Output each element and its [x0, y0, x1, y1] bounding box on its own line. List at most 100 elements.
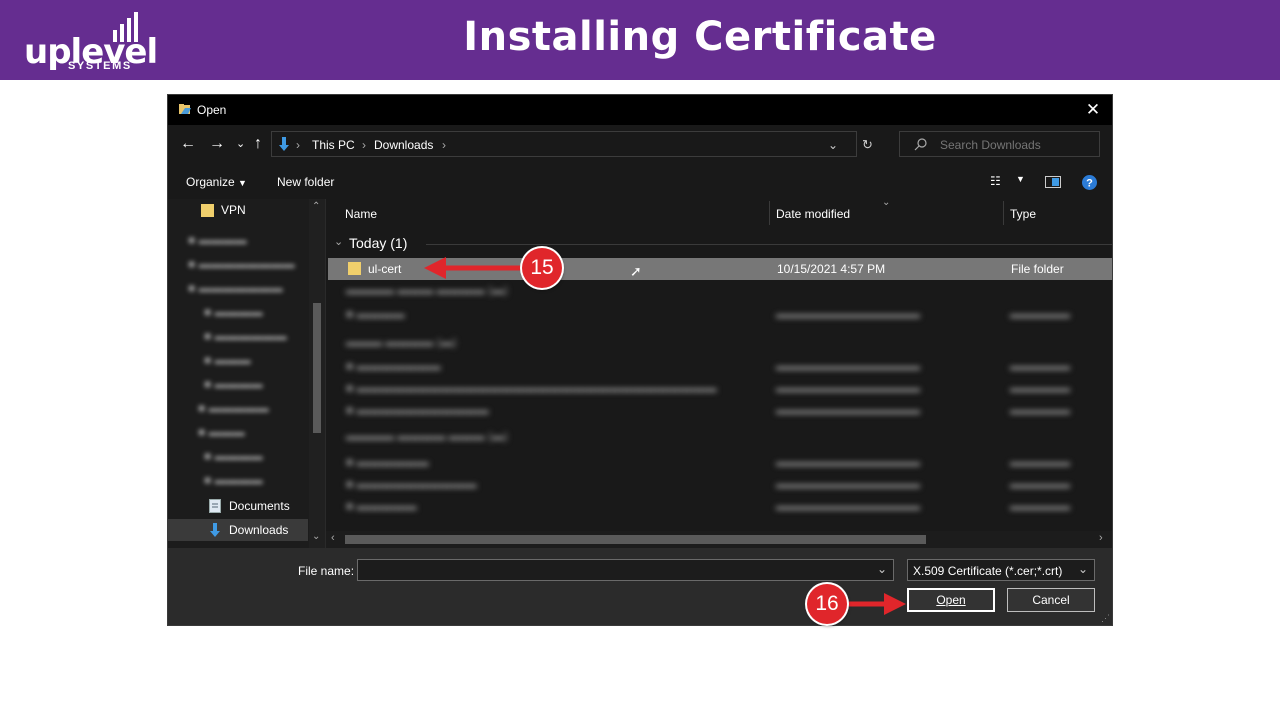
file-name-dropdown-icon[interactable]: ⌄ — [877, 562, 887, 576]
horizontal-scroll-thumb[interactable] — [345, 535, 926, 544]
folder-icon — [348, 262, 361, 275]
blurred-nav-entry: ■ ▬▬▬▬ — [204, 305, 263, 319]
nav-item-label: Documents — [229, 499, 290, 513]
blurred-file-row: ▬▬▬▬▬▬▬▬▬▬▬▬ — [776, 477, 920, 491]
dialog-titlebar: Open ✕ — [168, 95, 1112, 125]
blurred-nav-entry: ■ ▬▬▬▬ — [204, 449, 263, 463]
resize-grip-icon[interactable]: ⋰ — [1101, 613, 1110, 624]
downloads-arrow-icon — [279, 137, 289, 151]
navigation-pane: VPN ■ ▬▬▬▬ ■ ▬▬▬▬▬▬▬▬ ■ ▬▬▬▬▬▬▬ ■ ▬▬▬▬ ■… — [168, 199, 326, 548]
breadcrumb-downloads[interactable]: Downloads — [374, 138, 433, 152]
file-list: Name Date modified ⌄ Type ⌄ Today (1) ul… — [326, 199, 1112, 531]
column-header-name[interactable]: Name — [345, 207, 377, 221]
blurred-nav-entry: ■ ▬▬▬▬▬ — [198, 401, 269, 415]
blurred-group-header: ▬▬▬ ▬▬▬▬ (▬) — [346, 335, 457, 349]
documents-icon — [209, 499, 221, 513]
blurred-nav-entry: ■ ▬▬▬▬▬▬▬ — [188, 281, 283, 295]
blurred-file-row: ▬▬▬▬▬ — [1010, 477, 1070, 491]
nav-scrollbar[interactable]: ⌃ ⌄ — [309, 199, 325, 548]
search-box[interactable] — [899, 131, 1100, 157]
uplevel-logo: uplevel SYSTEMS — [24, 10, 158, 72]
blurred-file-row: ▬▬▬▬▬▬▬▬▬▬▬▬ — [776, 381, 920, 395]
new-folder-button[interactable]: New folder — [277, 175, 334, 189]
blurred-file-row: ■ ▬▬▬▬▬▬▬ — [346, 359, 441, 373]
blurred-file-row: ▬▬▬▬▬ — [1010, 455, 1070, 469]
scroll-left-icon[interactable]: ‹ — [331, 532, 335, 544]
logo-subtitle: SYSTEMS — [68, 60, 132, 72]
step-callout-15: 15 — [522, 248, 562, 288]
open-button[interactable]: Open — [907, 588, 995, 612]
dialog-footer: File name: ⌄ X.509 Certificate (*.cer;*.… — [168, 548, 1112, 625]
blurred-file-row: ▬▬▬▬▬▬▬▬▬▬▬▬ — [776, 403, 920, 417]
help-icon[interactable]: ? — [1082, 175, 1097, 190]
column-header-type[interactable]: Type — [1010, 207, 1036, 221]
breadcrumb-separator-icon: › — [362, 138, 366, 152]
callout-arrow-16 — [844, 593, 906, 615]
search-input[interactable] — [938, 135, 1097, 155]
blurred-nav-entry: ■ ▬▬▬ — [204, 353, 251, 367]
breadcrumb-separator-icon: › — [442, 138, 446, 152]
file-type: File folder — [1011, 262, 1064, 276]
address-bar[interactable]: › This PC › Downloads › ⌄ ↻ — [271, 131, 873, 157]
open-dialog-icon — [179, 104, 191, 114]
scroll-down-icon[interactable]: ⌄ — [312, 531, 320, 542]
blurred-nav-entry: ■ ▬▬▬▬ — [204, 473, 263, 487]
downloads-icon — [210, 523, 220, 537]
file-name-field[interactable]: ⌄ — [357, 559, 894, 581]
blurred-file-row: ▬▬▬▬▬ — [1010, 381, 1070, 395]
change-view-icon[interactable]: ☷ — [990, 174, 1001, 188]
command-bar: Organize ▼ New folder ☷ ▼ ? — [168, 165, 1112, 199]
blurred-file-row: ■ ▬▬▬▬▬▬▬▬▬▬ — [346, 477, 477, 491]
sort-indicator-icon: ⌄ — [882, 199, 891, 208]
open-file-dialog: Open ✕ ← → ⌄ ↑ › This PC › Downloads › ⌄… — [167, 94, 1113, 626]
file-type-dropdown-icon: ⌄ — [1077, 562, 1088, 576]
blurred-file-row: ■ ▬▬▬▬▬▬ — [346, 455, 429, 469]
close-icon[interactable]: ✕ — [1082, 99, 1104, 121]
folder-icon — [201, 204, 214, 217]
address-dropdown-icon[interactable]: ⌄ — [828, 138, 838, 152]
organize-menu[interactable]: Organize ▼ — [186, 175, 247, 189]
file-name: ul-cert — [368, 262, 402, 276]
signal-bars-icon — [113, 12, 138, 42]
blurred-file-row: ▬▬▬▬▬▬▬▬▬▬▬▬ — [776, 359, 920, 373]
callout-arrow-15 — [424, 257, 526, 279]
preview-pane-icon[interactable] — [1045, 176, 1061, 188]
nav-item-downloads[interactable]: Downloads — [168, 519, 308, 541]
recent-locations-chevron-icon[interactable]: ⌄ — [236, 137, 245, 150]
view-dropdown-icon[interactable]: ▼ — [1016, 174, 1025, 184]
dialog-title: Open — [197, 103, 227, 117]
open-button-label: Open — [936, 593, 966, 607]
nav-item-label: Downloads — [229, 523, 289, 537]
breadcrumb-separator-icon: › — [296, 138, 300, 152]
file-date: 10/15/2021 4:57 PM — [777, 262, 886, 276]
blurred-file-row: ■ ▬▬▬▬▬ — [346, 499, 417, 513]
group-collapse-icon[interactable]: ⌄ — [334, 235, 343, 248]
file-type-value: X.509 Certificate (*.cer;*.crt) — [913, 564, 1063, 578]
search-icon — [914, 138, 927, 151]
blurred-file-row: ▬▬▬▬▬ — [1010, 307, 1070, 321]
blurred-file-row: ■ ▬▬▬▬▬▬▬▬▬▬▬▬▬▬▬▬▬▬▬▬▬▬▬▬▬▬▬▬▬▬ — [346, 381, 717, 395]
blurred-nav-entry: ■ ▬▬▬▬▬▬ — [204, 329, 287, 343]
horizontal-scrollbar[interactable]: ‹ › — [326, 531, 1112, 548]
group-header-today[interactable]: Today (1) — [349, 235, 407, 251]
blurred-nav-entry: ■ ▬▬▬▬ — [204, 377, 263, 391]
organize-label: Organize — [186, 175, 235, 189]
cancel-button[interactable]: Cancel — [1007, 588, 1095, 612]
scroll-up-icon[interactable]: ⌃ — [312, 201, 320, 212]
mouse-cursor-icon: ➚ — [630, 263, 642, 279]
file-type-select[interactable]: X.509 Certificate (*.cer;*.crt) ⌄ — [907, 559, 1095, 581]
blurred-file-row: ■ ▬▬▬▬▬▬▬▬▬▬▬ — [346, 403, 489, 417]
column-header-date[interactable]: Date modified — [776, 207, 850, 221]
blurred-file-row: ▬▬▬▬▬ — [1010, 499, 1070, 513]
step-callout-16: 16 — [807, 584, 847, 624]
group-divider — [426, 244, 1112, 245]
breadcrumb-this-pc[interactable]: This PC — [312, 138, 355, 152]
back-arrow-icon[interactable]: ← — [180, 135, 196, 153]
nav-scroll-thumb[interactable] — [313, 303, 321, 433]
navigation-bar: ← → ⌄ ↑ › This PC › Downloads › ⌄ ↻ — [168, 125, 1112, 165]
up-arrow-icon[interactable]: ↑ — [254, 135, 262, 153]
refresh-icon[interactable]: ↻ — [862, 137, 873, 153]
scroll-right-icon[interactable]: › — [1099, 532, 1103, 544]
column-separator — [1003, 201, 1004, 225]
forward-arrow-icon[interactable]: → — [209, 135, 225, 153]
